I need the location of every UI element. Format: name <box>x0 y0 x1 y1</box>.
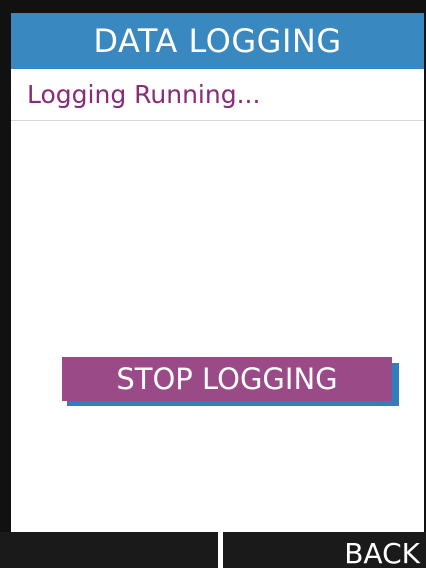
page-title: DATA LOGGING <box>11 13 424 69</box>
logging-status-text: Logging Running... <box>27 80 261 109</box>
main-content <box>11 122 424 532</box>
screen-bezel-top <box>0 0 426 13</box>
status-row: Logging Running... <box>11 69 424 121</box>
back-softkey[interactable]: BACK <box>223 532 426 568</box>
screen-bezel-left <box>0 0 11 568</box>
softkey-bar: BACK <box>0 532 426 568</box>
device-screen: DATA LOGGING Logging Running... STOP LOG… <box>0 0 426 568</box>
stop-logging-button[interactable]: STOP LOGGING <box>62 357 392 401</box>
softkey-left[interactable] <box>0 532 218 568</box>
